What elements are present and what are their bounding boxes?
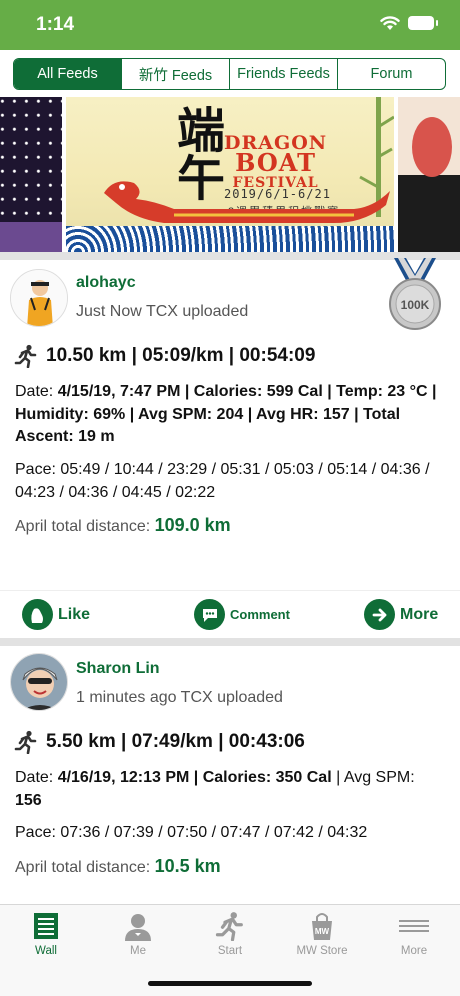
tab-forum[interactable]: Forum (338, 59, 445, 89)
arrow-right-icon (364, 599, 395, 630)
post-username[interactable]: alohayc (76, 274, 136, 292)
feed-segmented-control: All Feeds 新竹 Feeds Friends Feeds Forum (13, 58, 446, 90)
runner-icon (14, 344, 37, 368)
post-upload-info: Just Now TCX uploaded (76, 303, 249, 320)
tab-mw-store[interactable]: MW MW Store (276, 911, 368, 967)
wall-icon (34, 913, 58, 939)
avatar[interactable] (10, 653, 68, 711)
run-summary-text: 5.50 km | 07:49/km | 00:43:06 (46, 731, 305, 752)
comment-button[interactable]: Comment (194, 599, 290, 630)
monthly-total: April total distance: 109.0 km (15, 515, 231, 535)
dragon-boat-illustration (104, 181, 390, 223)
banner-slide-previous[interactable] (0, 97, 62, 252)
tab-start[interactable]: Start (184, 911, 276, 967)
status-bar: 1:14 (0, 0, 460, 50)
status-time: 1:14 (36, 14, 75, 35)
post-username[interactable]: Sharon Lin (76, 660, 160, 678)
tab-me[interactable]: Me (92, 911, 184, 967)
feed-filter-bar: All Feeds 新竹 Feeds Friends Feeds Forum (0, 50, 460, 97)
section-divider (0, 638, 460, 646)
medal-100k-icon[interactable]: 100K (388, 258, 442, 332)
home-indicator[interactable] (148, 981, 312, 986)
feed-post: Sharon Lin 1 minutes ago TCX uploaded 5.… (0, 646, 460, 904)
battery-icon (408, 16, 438, 30)
runner-icon (14, 730, 37, 754)
tab-friends-feeds[interactable]: Friends Feeds (230, 59, 338, 89)
banner-slide-dragon-boat[interactable]: 端午 DRAGON BOAT FESTIVAL 2019/6/1-6/21 3週… (66, 97, 394, 252)
banner-slide-next[interactable] (398, 97, 460, 252)
tab-wall[interactable]: Wall (0, 911, 92, 967)
run-summary: 10.50 km | 05:09/km | 00:54:09 (14, 344, 315, 368)
monthly-total: April total distance: 10.5 km (15, 856, 221, 876)
shopping-bag-icon: MW (312, 913, 332, 940)
svg-text:MW: MW (315, 927, 330, 936)
tab-all-feeds[interactable]: All Feeds (14, 59, 122, 89)
svg-text:100K: 100K (401, 298, 430, 312)
tab-more[interactable]: More (368, 911, 460, 967)
like-icon (22, 599, 53, 630)
run-details: Date: 4/16/19, 12:13 PM | Calories: 350 … (15, 769, 415, 809)
comment-icon (194, 599, 225, 630)
wave-pattern (66, 226, 394, 252)
menu-lines-icon (399, 920, 429, 932)
feed-post: alohayc Just Now TCX uploaded 100K 10.50… (0, 258, 460, 590)
run-details: Date: 4/15/19, 7:47 PM | Calories: 599 C… (15, 383, 437, 445)
post-actions: Like Comment More (0, 590, 460, 638)
pace-splits: Pace: 07:36 / 07:39 / 07:50 / 07:47 / 07… (15, 824, 368, 841)
run-summary: 5.50 km | 07:49/km | 00:43:06 (14, 730, 305, 754)
tab-hsinchu-feeds[interactable]: 新竹 Feeds (122, 59, 230, 89)
pace-splits: Pace: 05:49 / 10:44 / 23:29 / 05:31 / 05… (15, 461, 430, 501)
more-button[interactable]: More (364, 599, 438, 630)
run-summary-text: 10.50 km | 05:09/km | 00:54:09 (46, 345, 316, 366)
post-upload-info: 1 minutes ago TCX uploaded (76, 689, 283, 706)
runner-icon (215, 912, 243, 941)
like-button[interactable]: Like (22, 599, 90, 630)
wifi-icon (380, 16, 400, 30)
promo-banner-carousel[interactable]: 端午 DRAGON BOAT FESTIVAL 2019/6/1-6/21 3週… (0, 97, 460, 252)
avatar[interactable] (10, 269, 68, 327)
profile-icon (125, 914, 151, 941)
